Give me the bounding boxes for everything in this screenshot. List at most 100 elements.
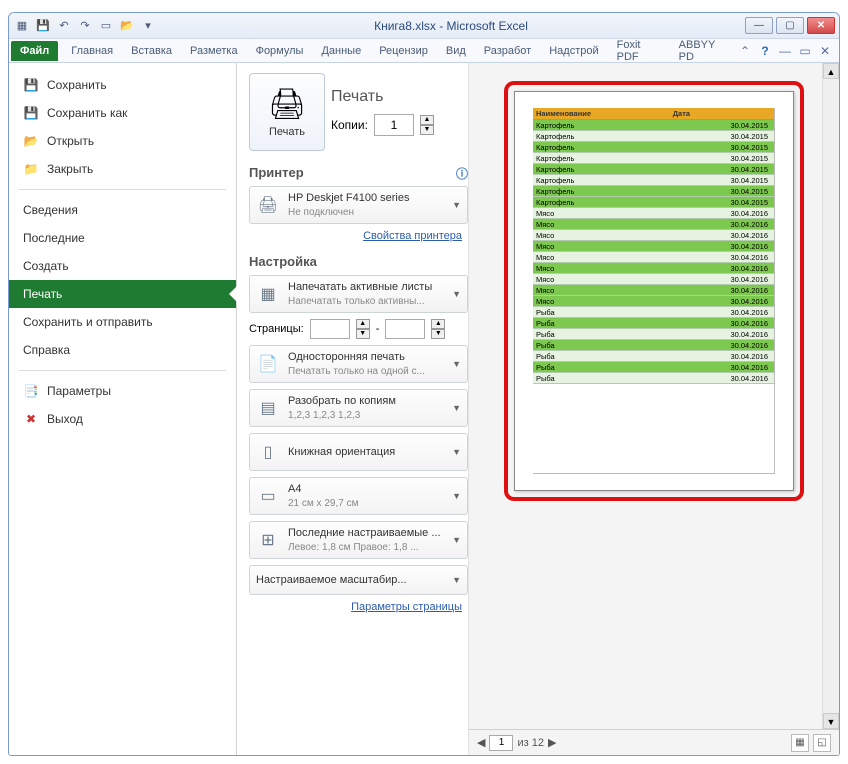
paper-size-selector[interactable]: ▭ A421 см x 29,7 см ▼: [249, 477, 468, 515]
app-window: ▦ 💾 ↶ ↷ ▭ 📂 ▾ Книга8.xlsx - Microsoft Ex…: [8, 12, 840, 756]
table-row: Мясо30.04.2016: [533, 219, 774, 230]
sidebar-open[interactable]: 📂Открыть: [9, 127, 236, 155]
portrait-icon: ▯: [256, 442, 280, 462]
sidebar-close[interactable]: 📁Закрыть: [9, 155, 236, 183]
preview-scrollbar[interactable]: ▲ ▼: [822, 63, 839, 729]
pages-to-up[interactable]: ▲: [431, 319, 445, 329]
print-button[interactable]: 🖨 Печать: [249, 73, 325, 151]
tab-abbyy[interactable]: ABBYY PD: [670, 35, 737, 67]
table-row: Рыба30.04.2016: [533, 307, 774, 318]
sidebar-print[interactable]: Печать: [9, 280, 236, 308]
copies-input[interactable]: [374, 114, 414, 136]
prev-page-button[interactable]: ◀: [477, 736, 485, 749]
table-row: Мясо30.04.2016: [533, 274, 774, 285]
qat-more-icon[interactable]: ▾: [139, 17, 157, 35]
sidebar-new[interactable]: Создать: [9, 252, 236, 280]
chevron-down-icon: ▼: [452, 447, 461, 457]
backstage-main: 🖨 Печать Печать Копии: ▲ ▼: [237, 63, 839, 755]
margins-selector[interactable]: ⊞ Последние настраиваемые ...Левое: 1,8 …: [249, 521, 468, 559]
ribbon: Файл Главная Вставка Разметка Формулы Да…: [9, 39, 839, 63]
redo-icon[interactable]: ↷: [76, 17, 94, 35]
ribbon-collapse-icon[interactable]: ⌃: [737, 44, 753, 58]
pages-from-down[interactable]: ▼: [356, 329, 370, 339]
ribbon-min-icon[interactable]: —: [777, 44, 793, 58]
col-name: Наименование: [533, 108, 670, 120]
sidebar-info[interactable]: Сведения: [9, 196, 236, 224]
sidebar-save-as[interactable]: 💾Сохранить как: [9, 99, 236, 127]
tab-home[interactable]: Главная: [62, 41, 122, 61]
help-icon[interactable]: ?: [757, 44, 773, 58]
table-row: Рыба30.04.2016: [533, 351, 774, 362]
printer-properties-link[interactable]: Свойства принтера: [249, 230, 462, 242]
chevron-down-icon: ▼: [452, 359, 461, 369]
tab-data[interactable]: Данные: [312, 41, 370, 61]
sidebar-recent[interactable]: Последние: [9, 224, 236, 252]
duplex-selector[interactable]: 📄 Односторонняя печатьПечатать только на…: [249, 345, 468, 383]
scroll-up-icon[interactable]: ▲: [823, 63, 839, 79]
scroll-down-icon[interactable]: ▼: [823, 713, 839, 729]
sidebar-save[interactable]: 💾Сохранить: [9, 71, 236, 99]
tab-view[interactable]: Вид: [437, 41, 475, 61]
table-row: Картофель30.04.2015: [533, 120, 774, 131]
quick-access-toolbar: ▦ 💾 ↶ ↷ ▭ 📂 ▾: [13, 17, 157, 35]
backstage-sidebar: 💾Сохранить 💾Сохранить как 📂Открыть 📁Закр…: [9, 63, 237, 755]
save-icon[interactable]: 💾: [34, 17, 52, 35]
table-row: Рыба30.04.2016: [533, 373, 774, 384]
print-settings-column: 🖨 Печать Печать Копии: ▲ ▼: [237, 63, 469, 755]
table-row: Мясо30.04.2016: [533, 296, 774, 307]
table-row: Мясо30.04.2016: [533, 263, 774, 274]
copies-down[interactable]: ▼: [420, 125, 434, 135]
maximize-button[interactable]: ▢: [776, 17, 804, 34]
table-row: Рыба30.04.2016: [533, 329, 774, 340]
ribbon-close-icon[interactable]: ✕: [817, 44, 833, 58]
tab-addins[interactable]: Надстрой: [540, 41, 607, 61]
tab-formulas[interactable]: Формулы: [247, 41, 313, 61]
sidebar-save-send[interactable]: Сохранить и отправить: [9, 308, 236, 336]
pages-label: Страницы:: [249, 323, 304, 335]
minimize-button[interactable]: —: [745, 17, 773, 34]
ribbon-restore-icon[interactable]: ▭: [797, 44, 813, 58]
table-row: Картофель30.04.2015: [533, 131, 774, 142]
pages-to-input[interactable]: [385, 319, 425, 339]
scaling-selector[interactable]: Настраиваемое масштабир... ▼: [249, 565, 468, 595]
copies-up[interactable]: ▲: [420, 115, 434, 125]
printer-info-icon[interactable]: ⓘ: [456, 165, 468, 182]
tab-layout[interactable]: Разметка: [181, 41, 247, 61]
print-what-selector[interactable]: ▦ Напечатать активные листыНапечатать то…: [249, 275, 468, 313]
sidebar-options[interactable]: 📑Параметры: [9, 377, 236, 405]
pages-to-down[interactable]: ▼: [431, 329, 445, 339]
folder-open-icon: 📂: [23, 133, 39, 149]
tab-file[interactable]: Файл: [11, 41, 58, 61]
page-single-icon: 📄: [256, 354, 280, 374]
page-setup-link[interactable]: Параметры страницы: [249, 601, 462, 613]
collate-selector[interactable]: ▤ Разобрать по копиям1,2,3 1,2,3 1,2,3 ▼: [249, 389, 468, 427]
table-row: Рыба30.04.2016: [533, 318, 774, 329]
close-button[interactable]: ✕: [807, 17, 835, 34]
page-number-input[interactable]: [489, 735, 513, 751]
tab-foxit[interactable]: Foxit PDF: [608, 35, 670, 67]
tab-insert[interactable]: Вставка: [122, 41, 181, 61]
options-icon: 📑: [23, 383, 39, 399]
sidebar-exit[interactable]: ✖Выход: [9, 405, 236, 433]
open-icon[interactable]: 📂: [118, 17, 136, 35]
preview-footer: ◀ из 12 ▶ ▦ ◱: [469, 729, 839, 755]
tab-developer[interactable]: Разработ: [475, 41, 540, 61]
sidebar-help[interactable]: Справка: [9, 336, 236, 364]
table-row: Мясо30.04.2016: [533, 241, 774, 252]
col-date: Дата: [670, 108, 774, 120]
exit-icon: ✖: [23, 411, 39, 427]
printer-selector[interactable]: 🖨 HP Deskjet F4100 seriesНе подключен ▼: [249, 186, 468, 224]
undo-icon[interactable]: ↶: [55, 17, 73, 35]
orientation-selector[interactable]: ▯ Книжная ориентация ▼: [249, 433, 468, 471]
chevron-down-icon: ▼: [452, 200, 461, 210]
tab-review[interactable]: Рецензир: [370, 41, 437, 61]
table-row: Картофель30.04.2015: [533, 164, 774, 175]
next-page-button[interactable]: ▶: [548, 736, 556, 749]
collate-icon: ▤: [256, 398, 280, 418]
zoom-page-button[interactable]: ◱: [813, 734, 831, 752]
pages-from-input[interactable]: [310, 319, 350, 339]
show-margins-button[interactable]: ▦: [791, 734, 809, 752]
new-icon[interactable]: ▭: [97, 17, 115, 35]
pages-from-up[interactable]: ▲: [356, 319, 370, 329]
margins-icon: ⊞: [256, 530, 280, 550]
